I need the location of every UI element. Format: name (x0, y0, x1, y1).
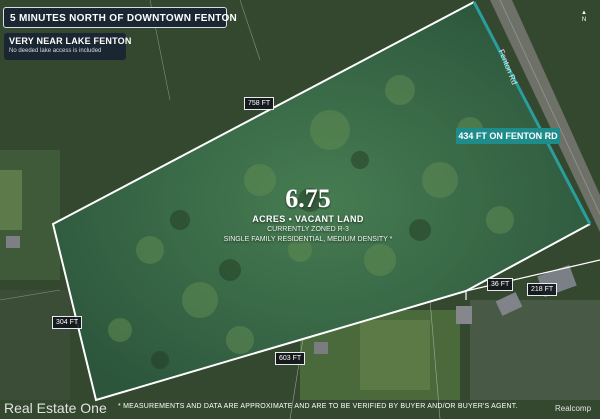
north-edge-length: 758 FT (244, 97, 275, 110)
north-arrow-icon: ▲ N (578, 10, 590, 26)
zoning-description: SINGLE FAMILY RESIDENTIAL, MEDIUM DENSIT… (223, 236, 393, 243)
south-edge-length: 603 FT (275, 352, 306, 365)
brokerage-watermark: Real Estate One (4, 400, 107, 416)
lake-callout: VERY NEAR LAKE FENTON No deeded lake acc… (4, 33, 132, 60)
north-marker: N (581, 17, 587, 23)
acreage-label: ACRES • VACANT LAND (252, 214, 364, 224)
jog-length: 36 FT (487, 278, 514, 291)
zoning-line: CURRENTLY ZONED R-3 (267, 226, 349, 233)
house-roof (6, 236, 20, 248)
footer-bar: Real Estate One * MEASUREMENTS AND DATA … (0, 399, 600, 419)
southeast-edge-length: 218 FT (527, 283, 558, 296)
mls-watermark: Realcomp (555, 404, 592, 413)
road-frontage-badge: 434 FT ON FENTON RD (456, 128, 560, 144)
lake-title: VERY NEAR LAKE FENTON (9, 36, 132, 46)
lake-note: No deeded lake access is included (9, 48, 102, 54)
house-roof (456, 306, 472, 324)
location-banner: 5 MINUTES NORTH OF DOWNTOWN FENTON (3, 7, 237, 28)
acreage-block: 6.75 ACRES • VACANT LAND CURRENTLY ZONED… (213, 185, 403, 245)
aerial-map: 5 MINUTES NORTH OF DOWNTOWN FENTON VERY … (0, 0, 600, 419)
acreage-value: 6.75 (285, 184, 331, 213)
disclaimer-text: * MEASUREMENTS AND DATA ARE APPROXIMATE … (118, 403, 518, 410)
shed-roof (314, 342, 328, 354)
west-edge-length: 304 FT (52, 316, 83, 329)
